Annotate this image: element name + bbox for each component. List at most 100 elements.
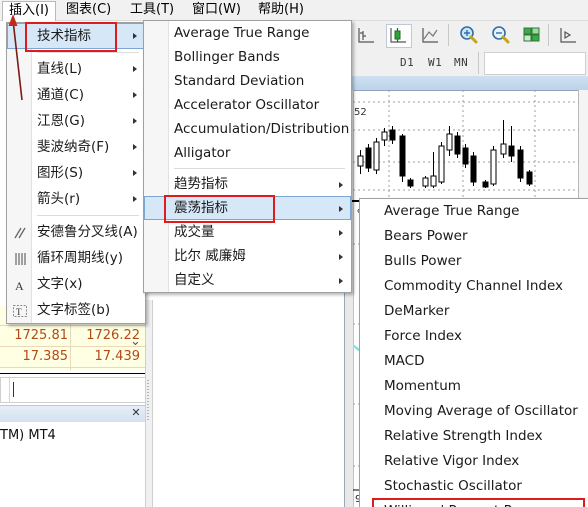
menu-item-label: Relative Strength Index <box>384 428 543 444</box>
chevron-right-icon <box>133 118 137 124</box>
menu-item-label: 循环周期线(y) <box>37 250 124 266</box>
insert-menu-item-10[interactable]: 循环周期线(y) <box>7 245 145 271</box>
menu-item-label: 趋势指标 <box>174 176 228 192</box>
indicator-menu-item-5[interactable]: Alligator <box>144 141 351 165</box>
menu-item-label: 箭头(r) <box>37 191 81 207</box>
indicator-menu-item-10[interactable]: 比尔 威廉姆 <box>144 244 351 268</box>
bid-price: 107.362 <box>0 368 72 370</box>
menu-item-label: 技术指标 <box>37 28 91 44</box>
splitter-grip[interactable] <box>147 380 149 420</box>
menu-separator <box>37 215 139 216</box>
svg-text:T: T <box>16 307 22 317</box>
chevron-right-icon <box>133 66 137 72</box>
timeframe-mn[interactable]: MN <box>454 54 468 72</box>
close-icon[interactable]: ✕ <box>130 405 142 421</box>
mt4-application-window: D1 W1 MN 52 %R(14) -32.9650 9 Jun 2020 1… <box>0 0 588 507</box>
menu-item-label: Stochastic Oscillator <box>384 478 522 494</box>
text-icon: A <box>12 276 28 293</box>
oscillator-menu-item-11[interactable]: Stochastic Oscillator <box>360 474 588 499</box>
insert-menu-item-3[interactable]: 通道(C) <box>7 82 145 108</box>
auto-scroll-icon[interactable] <box>556 24 580 46</box>
price-chart-pane[interactable]: 52 <box>353 90 579 200</box>
market-watch-row[interactable]: 1725.81 1726.22 <box>0 326 145 347</box>
oscillator-menu-item-9[interactable]: Relative Strength Index <box>360 424 588 449</box>
indicator-menu-item-0[interactable]: Average True Range <box>144 21 351 45</box>
oscillator-menu-item-2[interactable]: Bulls Power <box>360 249 588 274</box>
menu-item-label: Bears Power <box>384 228 468 244</box>
chevron-right-icon <box>133 33 137 39</box>
menu-bar-item-4[interactable]: 帮助(H) <box>252 1 310 19</box>
insert-menu-item-7[interactable]: 箭头(r) <box>7 186 145 212</box>
oscillator-menu-item-5[interactable]: Force Index <box>360 324 588 349</box>
insert-menu-item-5[interactable]: 斐波纳奇(F) <box>7 134 145 160</box>
market-watch-row[interactable]: 17.385 17.439 <box>0 347 145 368</box>
menu-bar-item-1[interactable]: 图表(C) <box>60 1 117 19</box>
menu-item-label: Williams' Percent Range <box>384 499 546 507</box>
zoom-in-icon[interactable] <box>456 24 480 46</box>
indicator-menu-item-1[interactable]: Bollinger Bands <box>144 45 351 69</box>
indicator-menu-item-3[interactable]: Accelerator Oscillator <box>144 93 351 117</box>
indicator-menu-item-8[interactable]: 震荡指标 <box>144 196 351 220</box>
menu-bar-item-0[interactable]: 插入(I) <box>2 1 56 21</box>
menu-item-label: 图形(S) <box>37 165 84 181</box>
oscillator-menu-item-4[interactable]: DeMarker <box>360 299 588 324</box>
oscillator-menu-item-0[interactable]: Average True Range <box>360 199 588 224</box>
bar-chart-icon[interactable] <box>354 24 378 46</box>
menu-item-label: 通道(C) <box>37 87 84 103</box>
oscillator-menu-item-3[interactable]: Commodity Channel Index <box>360 274 588 299</box>
candlestick-chart-icon[interactable] <box>386 24 412 48</box>
timeframe-toolbar: D1 W1 MN <box>344 50 588 77</box>
timeframe-w1[interactable]: W1 <box>428 54 442 72</box>
ask-price: 17.439 <box>94 349 141 364</box>
scroll-down-chevron-icon[interactable]: ⌄ <box>130 334 141 349</box>
insert-menu-item-12[interactable]: T 文字标签(b) <box>7 297 145 323</box>
market-watch-row[interactable]: 107.362107.369 <box>0 368 145 370</box>
chevron-right-icon <box>339 182 343 188</box>
bid-price: 1725.81 <box>14 328 68 343</box>
insert-menu-item-6[interactable]: 图形(S) <box>7 160 145 186</box>
chevron-right-icon <box>339 278 343 284</box>
chart-shift-icon[interactable] <box>584 24 588 46</box>
line-chart-icon[interactable] <box>418 24 442 46</box>
menu-item-label: Accumulation/Distribution <box>174 121 350 137</box>
menu-item-label: Average True Range <box>384 203 520 219</box>
terminal-tabbar[interactable] <box>0 405 145 422</box>
menu-item-label: Bulls Power <box>384 253 462 269</box>
menu-bar-item-2[interactable]: 工具(T) <box>124 1 180 19</box>
oscillator-menu-item-10[interactable]: Relative Vigor Index <box>360 449 588 474</box>
ask-price: 107.369 <box>72 368 144 370</box>
oscillator-menu-item-8[interactable]: Moving Average of Oscillator <box>360 399 588 424</box>
cycle-lines-icon <box>12 250 28 266</box>
text-label-icon: T <box>12 302 28 318</box>
chevron-right-icon <box>133 144 137 150</box>
indicator-menu-item-4[interactable]: Accumulation/Distribution <box>144 117 351 141</box>
oscillator-menu-item-12[interactable]: Williams' Percent Range <box>360 499 588 507</box>
insert-menu[interactable]: 技术指标直线(L) 通道(C) 江恩(G) 斐波纳奇(F) 图形(S) 箭头(r) 安德鲁分… <box>6 22 146 324</box>
insert-menu-item-0[interactable]: 技术指标 <box>7 23 145 49</box>
indicator-menu-item-9[interactable]: 成交量 <box>144 220 351 244</box>
indicator-menu-item-11[interactable]: 自定义 <box>144 268 351 292</box>
terminal-input[interactable] <box>0 377 147 403</box>
tile-windows-icon[interactable] <box>520 24 544 46</box>
oscillator-menu-item-1[interactable]: Bears Power <box>360 224 588 249</box>
insert-menu-item-9[interactable]: 安德鲁分叉线(A) <box>7 219 145 245</box>
oscillator-menu-item-7[interactable]: Momentum <box>360 374 588 399</box>
chart-window-titlebar[interactable] <box>345 76 588 91</box>
menu-item-label: Commodity Channel Index <box>384 278 564 294</box>
timeframe-d1[interactable]: D1 <box>400 54 414 72</box>
indicators-submenu[interactable]: Average True Range Bollinger Bands Standar… <box>143 20 352 293</box>
chevron-right-icon <box>339 254 343 260</box>
menu-item-label: Alligator <box>174 145 231 161</box>
zoom-out-icon[interactable] <box>488 24 512 46</box>
insert-menu-item-4[interactable]: 江恩(G) <box>7 108 145 134</box>
oscillators-submenu[interactable]: Average True Range Bears Power Bulls Power… <box>359 198 588 507</box>
indicator-menu-item-7[interactable]: 趋势指标 <box>144 172 351 196</box>
bid-price: 17.385 <box>22 349 69 364</box>
menu-item-label: 安德鲁分叉线(A) <box>37 224 138 240</box>
command-combo[interactable] <box>484 52 586 75</box>
indicator-menu-item-2[interactable]: Standard Deviation <box>144 69 351 93</box>
menu-bar-item-3[interactable]: 窗口(W) <box>186 1 247 19</box>
oscillator-menu-item-6[interactable]: MACD <box>360 349 588 374</box>
insert-menu-item-2[interactable]: 直线(L) <box>7 56 145 82</box>
insert-menu-item-11[interactable]: A 文字(x) <box>7 271 145 297</box>
